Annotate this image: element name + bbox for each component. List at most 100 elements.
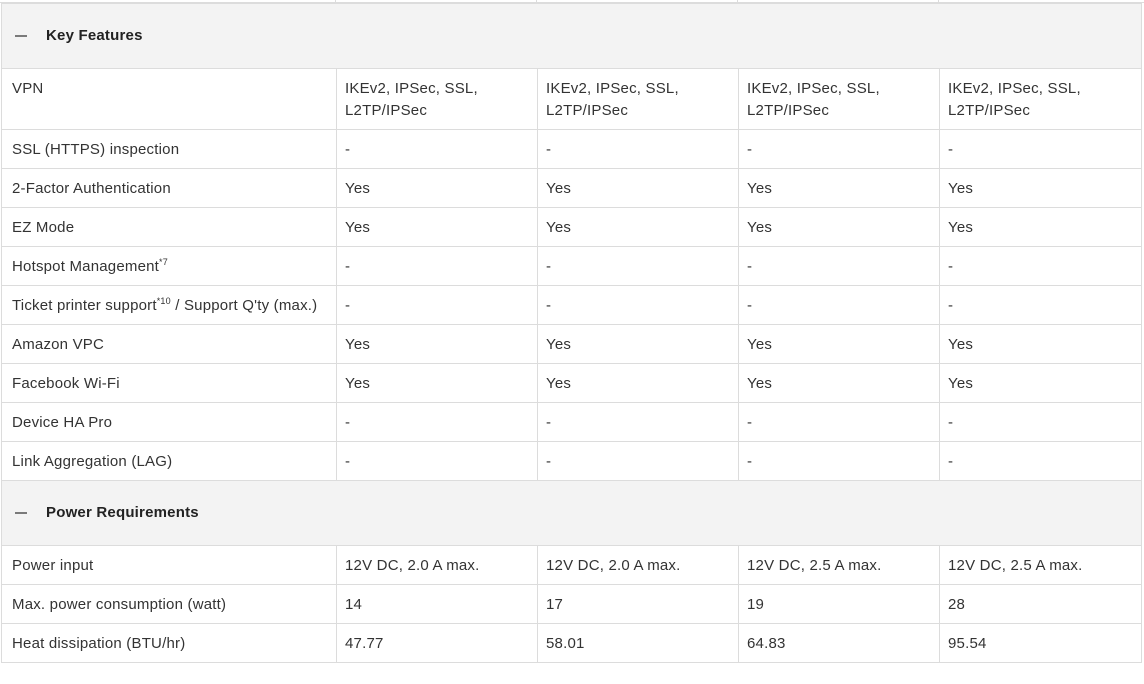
table-cell: 12V DC, 2.0 A max.	[537, 545, 739, 585]
table-cell: 17	[537, 584, 739, 624]
table-cell: Yes	[336, 207, 538, 247]
table-cell: Yes	[537, 168, 739, 208]
row-label-text: Device HA Pro	[12, 414, 113, 431]
table-cell: Yes	[938, 363, 1143, 403]
table-cell: -	[738, 246, 940, 286]
row-label-suffix: / Support Q'ty (max.)	[170, 297, 318, 314]
table-cell: -	[537, 246, 739, 286]
table-cell: 47.77	[336, 623, 538, 663]
table-cell: -	[537, 402, 739, 442]
table-cell: 12V DC, 2.0 A max.	[336, 545, 538, 585]
table-cell: -	[336, 246, 538, 286]
row-label: Ticket printer support*10 / Support Q'ty…	[1, 285, 337, 325]
table-row: Max. power consumption (watt) 14 17 19 28	[1, 584, 1143, 624]
table-row: Hotspot Management*7- - - -	[1, 246, 1143, 286]
table-row: Device HA Pro - - - -	[1, 402, 1143, 442]
table-cell: Yes	[738, 207, 940, 247]
row-label-text: Heat dissipation (BTU/hr)	[12, 635, 186, 652]
table-cell: 58.01	[537, 623, 739, 663]
table-cell: -	[336, 402, 538, 442]
footnote-marker: *10	[156, 296, 171, 306]
table-cell: IKEv2, IPSec, SSL, L2TP/IPSec	[938, 68, 1143, 130]
table-cell: Yes	[938, 207, 1143, 247]
row-label: Amazon VPC	[1, 324, 337, 364]
table-cell: 28	[938, 584, 1143, 624]
section-header[interactable]: Key Features	[0, 3, 1143, 69]
section-header-inner: Key Features	[2, 25, 1141, 47]
table-row: VPN IKEv2, IPSec, SSL, L2TP/IPSec IKEv2, I…	[1, 68, 1143, 130]
row-label: Hotspot Management*7	[1, 246, 337, 286]
row-label-text: Facebook Wi-Fi	[12, 375, 120, 392]
table-cell: Yes	[938, 168, 1143, 208]
row-label-text: EZ Mode	[12, 219, 75, 236]
section-header[interactable]: Power Requirements	[0, 480, 1143, 546]
table-cell: -	[537, 441, 739, 481]
table-cell: IKEv2, IPSec, SSL, L2TP/IPSec	[336, 68, 538, 130]
table-cell: -	[336, 285, 538, 325]
table-row: Link Aggregation (LAG) - - - -	[1, 441, 1143, 481]
table-cell: 14	[336, 584, 538, 624]
table-cell: 64.83	[738, 623, 940, 663]
row-label-text: Hotspot Management	[12, 258, 160, 275]
footnote-marker: *7	[159, 257, 168, 267]
section-title: Key Features	[46, 27, 143, 44]
minus-icon[interactable]	[15, 35, 27, 37]
table-cell: -	[336, 129, 538, 169]
table-cell: -	[738, 441, 940, 481]
minus-icon[interactable]	[15, 512, 27, 514]
table-cell: Yes	[336, 363, 538, 403]
table-row: SSL (HTTPS) inspection - - - -	[1, 129, 1143, 169]
section-title: Power Requirements	[46, 504, 199, 521]
table-cell: -	[738, 285, 940, 325]
spec-table: Key Features VPN IKEv2, IPSec, SSL, L2TP/I…	[0, 3, 1143, 663]
table-cell: -	[336, 441, 538, 481]
row-label-text: VPN	[12, 80, 44, 97]
table-cell: -	[938, 246, 1143, 286]
table-cell: -	[738, 129, 940, 169]
table-cell: IKEv2, IPSec, SSL, L2TP/IPSec	[537, 68, 739, 130]
row-label: SSL (HTTPS) inspection	[1, 129, 337, 169]
table-cell: Yes	[537, 207, 739, 247]
row-label: Power input	[1, 545, 337, 585]
table-row: Heat dissipation (BTU/hr) 47.77 58.01 64.83…	[1, 623, 1143, 663]
table-row: Amazon VPC Yes Yes Yes Yes	[1, 324, 1143, 364]
spec-table-container: Key Features VPN IKEv2, IPSec, SSL, L2TP/I…	[0, 0, 1144, 684]
table-cell: -	[938, 285, 1143, 325]
row-label-text: Ticket printer support	[12, 297, 157, 314]
table-row: EZ Mode Yes Yes Yes Yes	[1, 207, 1143, 247]
table-cell: Yes	[738, 363, 940, 403]
table-cell: Yes	[537, 363, 739, 403]
table-cell: 95.54	[938, 623, 1143, 663]
row-label: 2-Factor Authentication	[1, 168, 337, 208]
table-row: Power input 12V DC, 2.0 A max. 12V DC, 2.0…	[1, 545, 1143, 585]
row-label-text: SSL (HTTPS) inspection	[12, 141, 180, 158]
row-label: Link Aggregation (LAG)	[1, 441, 337, 481]
table-cell: -	[938, 402, 1143, 442]
table-cell: Yes	[938, 324, 1143, 364]
row-label-text: 2-Factor Authentication	[12, 180, 171, 197]
section-header-inner: Power Requirements	[2, 502, 1141, 524]
row-label-text: Amazon VPC	[12, 336, 105, 353]
row-label: Max. power consumption (watt)	[1, 584, 337, 624]
table-cell: Yes	[336, 324, 538, 364]
table-cell: -	[537, 129, 739, 169]
table-row: 2-Factor Authentication Yes Yes Yes Yes	[1, 168, 1143, 208]
row-label-text: Max. power consumption (watt)	[12, 596, 227, 613]
row-label-text: Power input	[12, 557, 94, 574]
table-row: Facebook Wi-Fi Yes Yes Yes Yes	[1, 363, 1143, 403]
section-header-cell[interactable]: Key Features	[0, 3, 1143, 69]
table-cell: -	[537, 285, 739, 325]
table-cell: -	[738, 402, 940, 442]
row-label: Device HA Pro	[1, 402, 337, 442]
table-cell: Yes	[738, 324, 940, 364]
table-row: Ticket printer support*10 / Support Q'ty…	[1, 285, 1143, 325]
table-cell: Yes	[537, 324, 739, 364]
table-cell: -	[938, 129, 1143, 169]
table-cell: Yes	[738, 168, 940, 208]
section-header-cell[interactable]: Power Requirements	[0, 480, 1143, 546]
table-cell: IKEv2, IPSec, SSL, L2TP/IPSec	[738, 68, 940, 130]
table-cell: 12V DC, 2.5 A max.	[738, 545, 940, 585]
table-cell: 12V DC, 2.5 A max.	[938, 545, 1143, 585]
table-cell: Yes	[336, 168, 538, 208]
row-label-text: Link Aggregation (LAG)	[12, 453, 173, 470]
